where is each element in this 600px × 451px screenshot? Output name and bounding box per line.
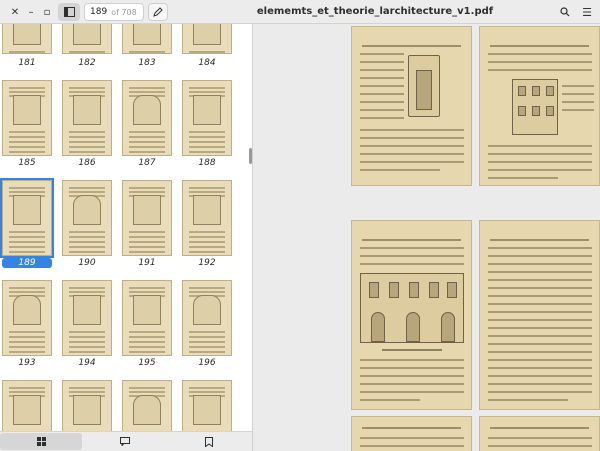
page-thumbnail-label: 186: [78, 158, 96, 168]
annotations-icon: [120, 437, 130, 446]
bookmark-icon: [205, 436, 213, 447]
page-number-field[interactable]: 189 of 708: [84, 3, 144, 21]
page-thumbnail-label: 182: [78, 58, 96, 68]
page-thumbnail-label: 183: [138, 58, 156, 68]
page-thumbnail[interactable]: [182, 180, 232, 256]
page-thumbnail[interactable]: [2, 280, 52, 356]
page-thumbnail[interactable]: [62, 80, 112, 156]
current-page-number[interactable]: 189: [90, 7, 107, 17]
annotate-button[interactable]: [148, 3, 168, 21]
pencil-icon: [153, 7, 163, 17]
page-thumbnail[interactable]: [0, 178, 54, 258]
page-thumbnail-label: 196: [198, 358, 216, 368]
document-view[interactable]: [253, 24, 600, 451]
hamburger-menu-icon: ☰: [582, 5, 592, 19]
page-thumbnail-label: 190: [78, 258, 96, 268]
page-thumbnail[interactable]: [2, 24, 52, 54]
page-thumbnail[interactable]: [122, 180, 172, 256]
total-pages-label: of 708: [111, 7, 137, 17]
page-thumbnail[interactable]: [62, 24, 112, 54]
page-thumbnail[interactable]: [2, 80, 52, 156]
page-thumbnail-label: 188: [198, 158, 216, 168]
page-thumbnail-label: 187: [138, 158, 156, 168]
maximize-icon[interactable]: ▫: [38, 3, 56, 21]
page-thumbnail-label: 185: [18, 158, 36, 168]
page-thumbnail-label: 194: [78, 358, 96, 368]
page-thumbnail[interactable]: [122, 80, 172, 156]
document-title: elememts_et_theorie_larchitecture_v1.pdf: [256, 6, 494, 17]
sidebar-bottom-bar: [0, 431, 252, 451]
page-thumbnail-label: 181: [18, 58, 36, 68]
annotations-tab[interactable]: [84, 433, 166, 450]
page-thumbnail[interactable]: [182, 80, 232, 156]
page-thumbnail-label: 193: [18, 358, 36, 368]
document-page: [479, 220, 600, 410]
sidebar-icon: [63, 7, 75, 17]
document-page: [351, 416, 472, 451]
sidebar-toggle-button[interactable]: [58, 3, 80, 21]
document-page: [351, 220, 472, 410]
main-menu-button[interactable]: ☰: [578, 3, 596, 21]
bookmarks-tab[interactable]: [168, 433, 250, 450]
search-icon: [560, 7, 570, 17]
page-thumbnail[interactable]: [122, 24, 172, 54]
header-bar: ✕ – ▫ 189 of 708 elememts_et_theorie_lar…: [0, 0, 600, 24]
thumbnails-tab[interactable]: [0, 433, 82, 450]
page-thumbnail-label: 192: [198, 258, 216, 268]
page-thumbnail-label: 195: [138, 358, 156, 368]
page-thumbnail[interactable]: [122, 280, 172, 356]
document-page: [351, 26, 472, 186]
page-thumbnail-label: 184: [198, 58, 216, 68]
page-thumbnail[interactable]: [182, 24, 232, 54]
document-page: [479, 416, 600, 451]
page-thumbnail[interactable]: [62, 280, 112, 356]
search-button[interactable]: [556, 3, 574, 21]
page-thumbnail[interactable]: [62, 180, 112, 256]
document-page: [479, 26, 600, 186]
page-thumbnail-label: 189: [2, 258, 52, 268]
thumbnail-sidebar: 181 182 183 184 185 186 187 188 189 190 191 192 193 1…: [0, 24, 252, 451]
page-thumbnail-label: 191: [138, 258, 156, 268]
page-thumbnail[interactable]: [182, 280, 232, 356]
grid-thumbnails-icon: [36, 437, 46, 446]
